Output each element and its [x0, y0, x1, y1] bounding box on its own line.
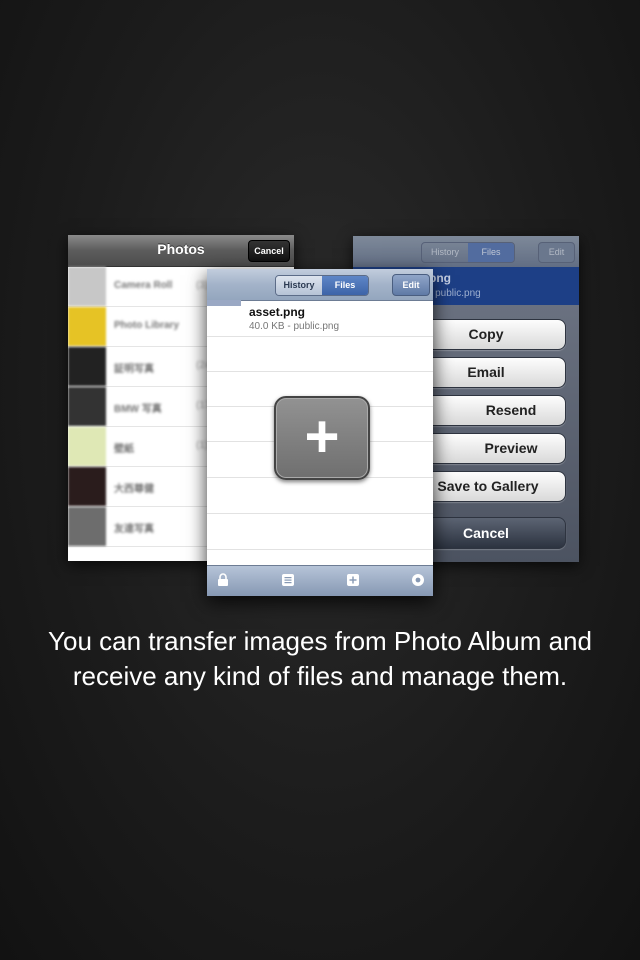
album-thumbnail: [68, 267, 106, 306]
album-thumbnail: [68, 467, 106, 506]
row-divider: [207, 371, 433, 372]
album-thumbnail: [68, 347, 106, 386]
album-label: Camera Roll: [114, 280, 173, 291]
album-label: BMW 写真: [114, 404, 162, 415]
album-label: Photo Library: [114, 320, 180, 331]
caption-text: You can transfer images from Photo Album…: [48, 626, 592, 691]
album-thumbnail: [68, 387, 106, 426]
add-icon[interactable]: [346, 573, 360, 587]
row-divider: [207, 513, 433, 514]
album-thumbnail: [68, 507, 106, 546]
files-edit-button[interactable]: Edit: [392, 274, 430, 296]
file-thumbnail: [207, 300, 241, 306]
files-tab-bar: [207, 565, 433, 596]
files-tab-history[interactable]: History: [276, 276, 322, 295]
lock-icon[interactable]: [216, 573, 230, 587]
list-icon[interactable]: [281, 573, 295, 587]
files-nav-bar: History Files Edit: [207, 269, 433, 301]
files-segmented-control[interactable]: History Files: [275, 275, 369, 296]
tab-files[interactable]: Files: [468, 243, 514, 262]
album-label: 大西尊健: [114, 484, 154, 495]
file-meta: 40.0 KB - public.png: [249, 321, 340, 332]
album-thumbnail: [68, 427, 106, 466]
row-divider: [207, 336, 433, 337]
photos-nav-bar: Photos Cancel: [68, 235, 294, 267]
action-edit-button[interactable]: Edit: [538, 242, 575, 263]
row-divider: [207, 549, 433, 550]
tab-history[interactable]: History: [422, 243, 468, 262]
file-name[interactable]: asset.png: [249, 305, 305, 319]
album-label: 壁紙: [114, 444, 134, 455]
selected-file-meta: - public.png: [429, 288, 481, 299]
photos-cancel-button[interactable]: Cancel: [248, 240, 290, 262]
album-label: 友達写真: [114, 524, 154, 535]
files-tab-files[interactable]: Files: [322, 276, 368, 295]
album-thumbnail: [68, 307, 106, 346]
files-screen: History Files Edit asset.png 40.0 KB - p…: [207, 269, 433, 596]
album-label: 証明写真: [114, 364, 154, 375]
action-nav-bar: History Files Edit: [353, 236, 579, 267]
add-file-button[interactable]: +: [274, 396, 370, 480]
action-segmented-control[interactable]: History Files: [421, 242, 515, 263]
info-icon[interactable]: [411, 573, 425, 587]
